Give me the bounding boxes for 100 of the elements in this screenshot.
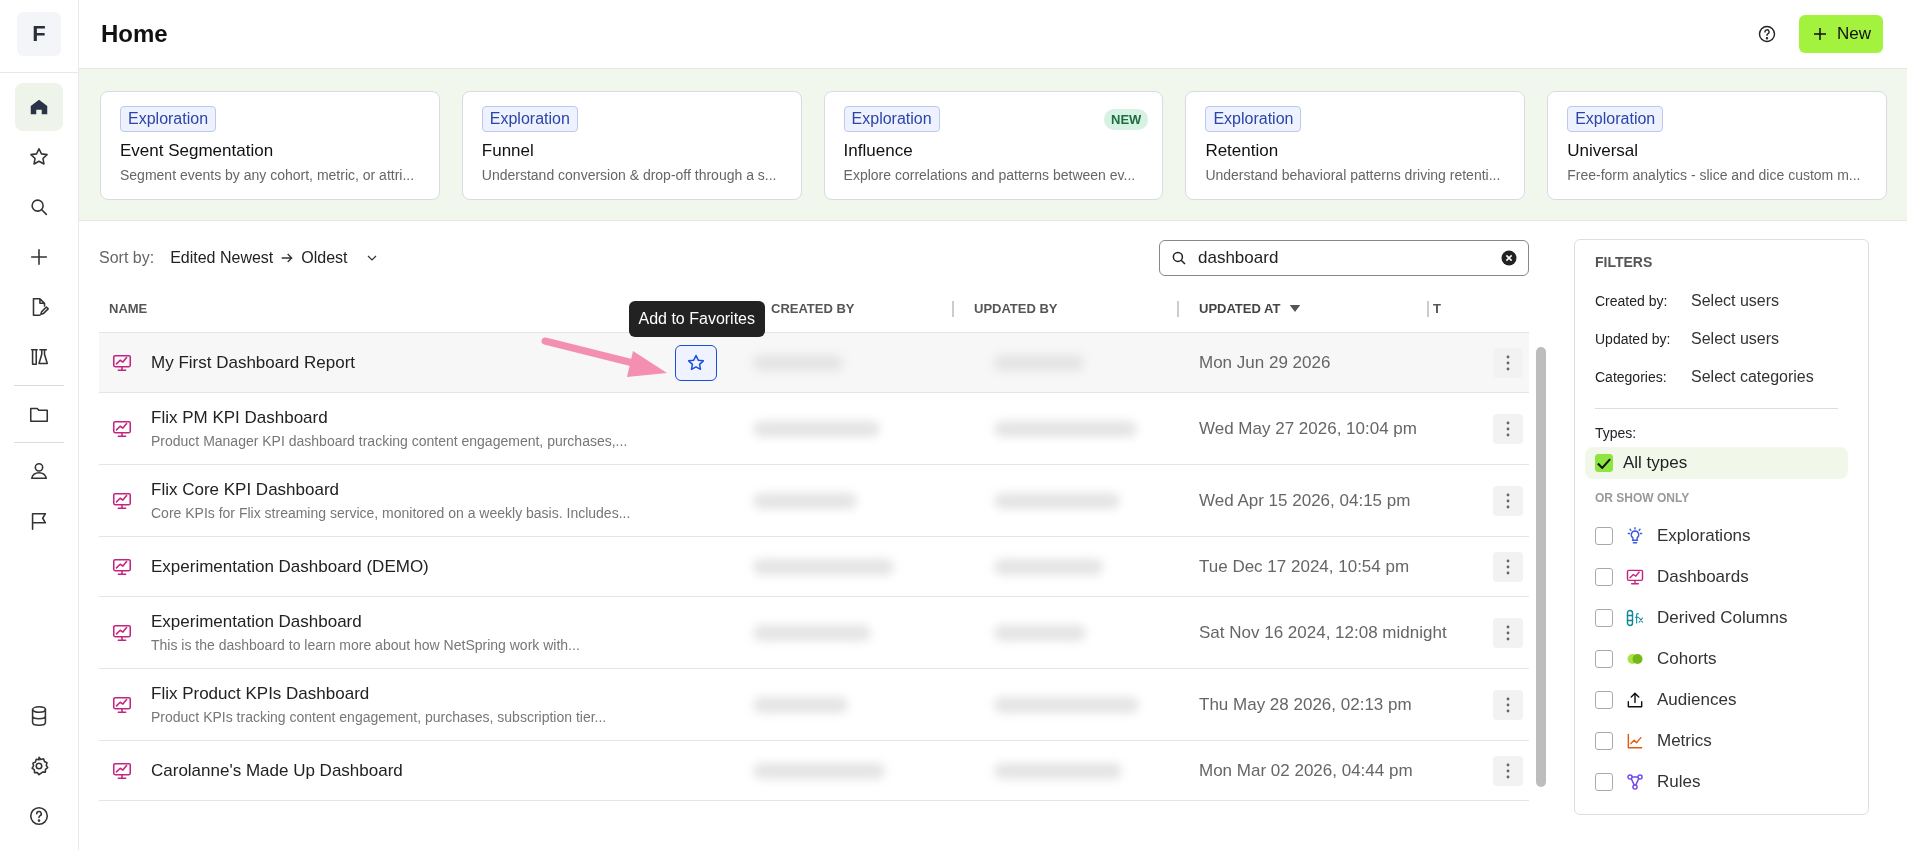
section-label: OR SHOW ONLY (1595, 491, 1691, 505)
card-title: Universal (1567, 141, 1640, 161)
category-tag: Exploration (481, 106, 578, 132)
clear-icon[interactable] (1500, 249, 1518, 267)
filter-select[interactable]: Select users (1691, 292, 1780, 310)
filter-label: Created by: (1595, 293, 1669, 309)
settings-icon (28, 755, 50, 777)
checkbox[interactable] (1595, 772, 1613, 791)
more-vertical-icon (1506, 558, 1510, 575)
dashboard-name: Carolanne's Made Up Dashboard (151, 760, 403, 781)
checkbox[interactable] (1595, 526, 1613, 545)
updated-date: Tue Dec 17 2024, 10:54 pm (1199, 556, 1410, 577)
search-icon (28, 196, 50, 218)
checkbox[interactable] (1595, 608, 1613, 627)
user-icon (28, 460, 50, 482)
dashboard-description: This is the dashboard to learn more about how NetSpring work with... (151, 637, 580, 653)
dashboard-name: Experimentation Dashboard (151, 612, 363, 632)
table-row[interactable]: Experimentation Dashboard This is the dashboard to learn more about how NetSpring work with... Sat Nov 16 2024, 12:08 midnight (99, 597, 1529, 669)
plus-icon (1811, 25, 1829, 43)
filter-label: Categories: (1595, 369, 1668, 385)
more-vertical-icon (1506, 696, 1510, 713)
search-field[interactable]: dashboard (1159, 240, 1529, 276)
category-tag: Exploration (1205, 106, 1302, 132)
exploration-card[interactable]: Exploration Funnel Understand conversion & drop-off through a s... (461, 91, 802, 200)
exploration-card[interactable]: Exploration NEW Influence Explore correlations and patterns between ev... (823, 91, 1164, 200)
app-logo[interactable]: F (17, 12, 61, 56)
checkbox[interactable] (1595, 731, 1613, 750)
column-header[interactable]: UPDATED AT (1199, 301, 1281, 316)
flask-icon (28, 346, 50, 368)
all-types-option[interactable]: All types (1585, 447, 1848, 479)
dashboard-description: Product KPIs tracking content engagement, purchases, subscription tier... (151, 709, 607, 725)
filter-label: Updated by: (1595, 331, 1672, 347)
table-row[interactable]: Carolanne's Made Up Dashboard Mon Mar 02 2026, 04:44 pm (99, 741, 1529, 801)
updated-date: Sat Nov 16 2024, 12:08 midnight (1199, 622, 1447, 643)
type-option-label[interactable]: Explorations (1657, 525, 1751, 546)
page-title: Home (101, 20, 168, 48)
type-option-label[interactable]: Derived Columns (1657, 607, 1788, 628)
more-vertical-icon (1506, 762, 1510, 779)
card-description: Free-form analytics - slice and dice custom m... (1567, 167, 1862, 183)
updated-date: Wed May 27 2026, 10:04 pm (1199, 418, 1417, 439)
type-option-label[interactable]: Dashboards (1657, 566, 1749, 587)
type-option-label[interactable]: Cohorts (1657, 648, 1717, 669)
more-vertical-icon (1506, 492, 1510, 509)
types-label: Types: (1595, 425, 1638, 441)
check-icon (1597, 457, 1611, 469)
table-row[interactable]: Flix Core KPI Dashboard Core KPIs for Flix streaming service, monitored on a weekly basis. Includes... Wed Apr 15 2026, 04:15 pm (99, 465, 1529, 537)
tooltip: Add to Favorites (628, 300, 765, 337)
type-option-label[interactable]: Metrics (1657, 730, 1712, 751)
sort-dropdown[interactable]: Edited Newest Oldest (170, 249, 380, 267)
table-row[interactable]: Flix PM KPI Dashboard Product Manager KPI dashboard tracking content engagement, purchases,... Wed May 27 2026, 10:04 pm (99, 393, 1529, 465)
help-icon[interactable] (1757, 24, 1777, 44)
checkbox[interactable] (1595, 454, 1613, 472)
filters-title: FILTERS (1595, 254, 1654, 270)
checkbox[interactable] (1595, 567, 1613, 586)
dashboard-description: Core KPIs for Flix streaming service, monitored on a weekly basis. Includes... (151, 505, 631, 521)
dashboard-name: Flix Product KPIs Dashboard (151, 684, 371, 704)
card-description: Understand behavioral patterns driving retenti... (1205, 167, 1502, 183)
card-description: Explore correlations and patterns between ev... (843, 167, 1137, 183)
favorite-button[interactable] (675, 344, 717, 381)
more-vertical-icon (1506, 354, 1510, 371)
updated-date: Mon Jun 29 2026 (1199, 352, 1331, 373)
new-button[interactable]: New (1799, 15, 1883, 53)
home-nav-button[interactable] (15, 83, 63, 131)
dashboard-name: My First Dashboard Report (151, 352, 356, 373)
exploration-card[interactable]: Exploration Universal Free-form analytics - slice and dice custom m... (1547, 91, 1887, 200)
dashboard-name: Flix Core KPI Dashboard (151, 480, 341, 500)
column-function-icon (1625, 607, 1645, 628)
updated-date: Thu May 28 2026, 02:13 pm (1199, 694, 1412, 715)
card-description: Understand conversion & drop-off through a s... (481, 167, 778, 183)
checkbox[interactable] (1595, 690, 1613, 709)
search-icon (1170, 249, 1188, 267)
filter-select[interactable]: Select users (1691, 330, 1780, 348)
exploration-card[interactable]: Exploration Retention Understand behavioral patterns driving retenti... (1185, 91, 1526, 200)
table-row[interactable]: Flix Product KPIs Dashboard Product KPIs tracking content engagement, purchases, subscription tier... Thu May 28 2026, 02:13 pm (99, 669, 1529, 741)
type-option-label[interactable]: Audiences (1657, 689, 1737, 710)
dashboard-description: Product Manager KPI dashboard tracking content engagement, purchases,... (151, 433, 628, 449)
node-graph-icon (1625, 771, 1645, 792)
table-row[interactable]: Experimentation Dashboard (DEMO) Tue Dec 17 2024, 10:54 pm (99, 537, 1529, 597)
updated-date: Wed Apr 15 2026, 04:15 pm (1199, 490, 1411, 511)
category-tag: Exploration (1567, 106, 1664, 132)
dashboard-name: Flix PM KPI Dashboard (151, 408, 329, 428)
card-title: Event Segmentation (120, 141, 275, 161)
category-tag: Exploration (843, 106, 940, 132)
filter-select[interactable]: Select categories (1691, 368, 1814, 386)
checkbox[interactable] (1595, 649, 1613, 668)
column-header[interactable]: T (1433, 301, 1441, 316)
dashboard-name: Experimentation Dashboard (DEMO) (151, 556, 429, 577)
help-icon (28, 805, 50, 827)
star-icon (28, 146, 50, 168)
card-title: Funnel (481, 141, 535, 161)
column-header[interactable]: NAME (109, 301, 148, 316)
sort-label: Sort by: (99, 249, 155, 267)
exploration-card[interactable]: Exploration Event Segmentation Segment events by any cohort, metric, or attri... (100, 91, 440, 200)
card-title: Influence (843, 141, 914, 161)
type-option-label[interactable]: Rules (1657, 771, 1701, 792)
card-title: Retention (1205, 141, 1280, 161)
more-vertical-icon (1506, 420, 1510, 437)
more-vertical-icon (1506, 624, 1510, 641)
lightbulb-icon (1625, 525, 1645, 546)
column-header[interactable]: UPDATED BY (974, 301, 1058, 316)
